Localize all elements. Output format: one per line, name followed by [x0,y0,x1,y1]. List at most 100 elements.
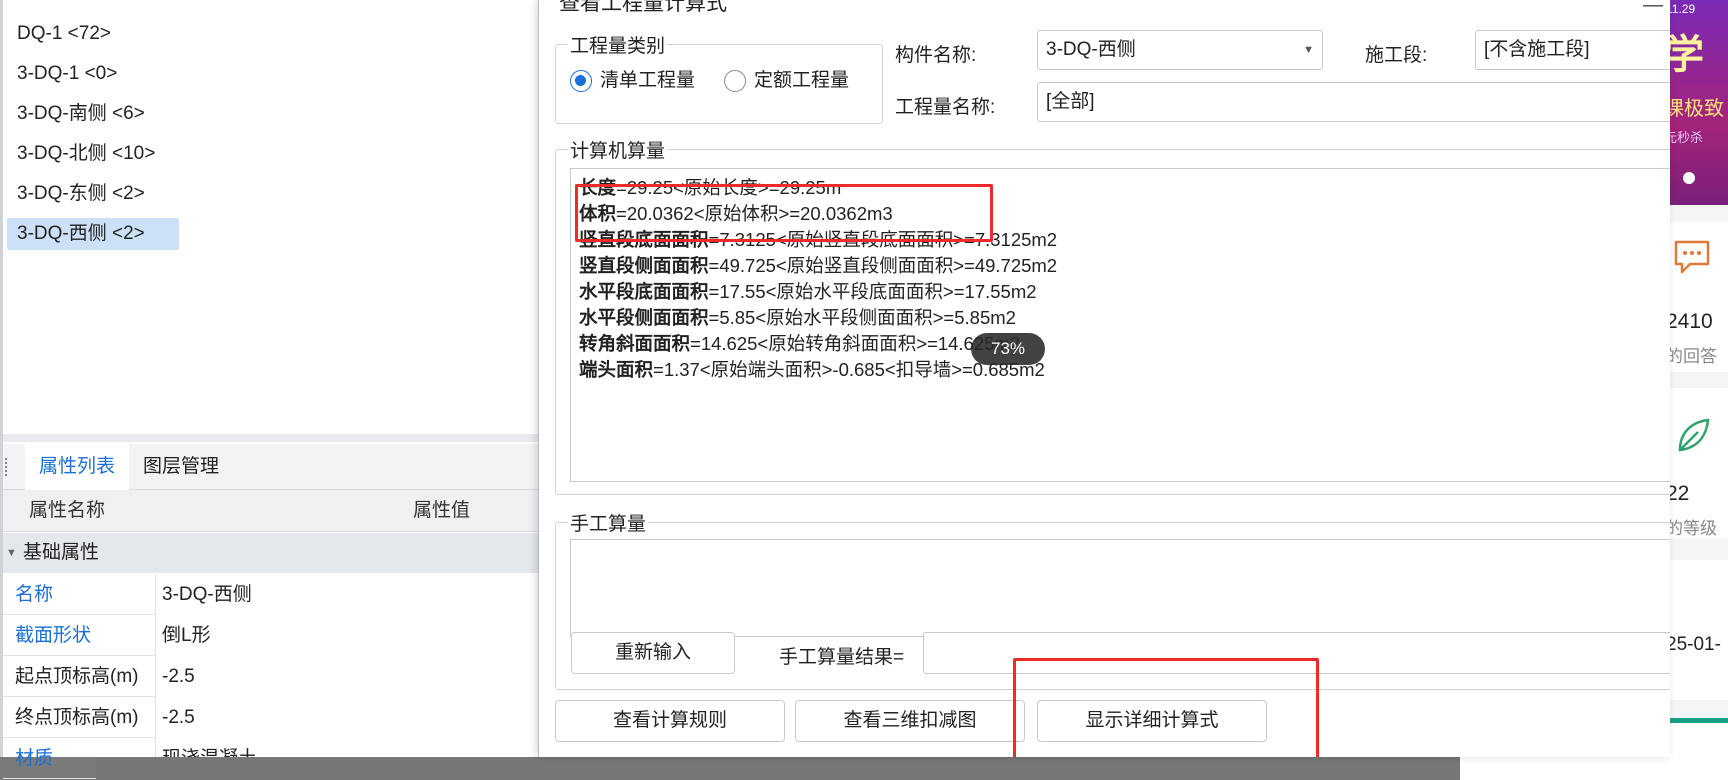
property-value[interactable]: 3-DQ-西侧 [155,574,563,615]
answer-count-label: 的回答 [1666,347,1717,366]
property-table-header: 属性名称 属性值 [3,490,563,532]
tab-label: 属性列表 [39,456,116,477]
property-name: 起点顶标高(m) [15,666,139,687]
calc-line-vertical-side-area: 竖直段侧面面积=49.725<原始竖直段侧面面积>=49.725m2 [579,253,1057,279]
property-value[interactable]: 倒L形 [155,615,563,656]
property-name: 终点顶标高(m) [15,707,139,728]
annotation-highlight-volume [575,184,993,242]
reenter-button[interactable]: 重新输入 [571,632,735,674]
view-3d-deduction-button[interactable]: 查看三维扣减图 [795,700,1025,742]
calc-expr: =49.725<原始竖直段侧面面积>=49.725m2 [708,255,1058,276]
tree-item-3-dq-1[interactable]: 3-DQ-1 <0> [7,58,179,90]
splitter[interactable] [3,434,563,442]
promo-banner[interactable]: 11.29 学 课极致 元秒杀 [1660,0,1728,205]
banner-date: 11.29 [1666,2,1696,16]
radio-label: 清单工程量 [600,70,696,91]
stat-card-answers: 2410 的回答 [1660,222,1728,372]
property-row-end-elevation: 终点顶标高(m) -2.5 [3,697,563,738]
manual-calc-textarea[interactable] [570,539,1670,637]
calc-key: 水平段侧面面积 [579,307,709,328]
computer-calc-legend: 计算机算量 [568,136,668,163]
minimize-icon[interactable]: — [1643,0,1663,17]
stat-card-level: 22 的等级 [1660,388,1728,538]
component-name-value: 3-DQ-西侧 [1046,39,1136,60]
calc-expr: =5.85<原始水平段侧面面积>=5.85m2 [708,307,1016,328]
tab-property-list[interactable]: 属性列表 [25,444,130,490]
tree-item-dq-1[interactable]: DQ-1 <72> [7,18,179,50]
drag-grip-icon[interactable] [5,458,9,476]
leaf-icon [1678,418,1710,452]
component-name-label: 构件名称: [895,45,977,66]
property-name: 名称 [15,584,54,605]
tree-item-3-dq-north[interactable]: 3-DQ-北侧 <10> [7,138,179,170]
component-tree: DQ-1 <72> 3-DQ-1 <0> 3-DQ-南侧 <6> 3-DQ-北侧… [3,18,563,258]
phase-value: [不含施工段] [1484,39,1590,60]
property-row-section-shape: 截面形状 倒L形 [3,615,563,656]
post-date: 25-01- [1666,634,1721,655]
quantity-type-legend: 工程量类别 [568,31,668,58]
quantity-name-select[interactable]: [全部] [1037,82,1670,122]
accent-line [1660,718,1728,723]
group-label: 基础属性 [23,542,100,563]
property-row-start-elevation: 起点顶标高(m) -2.5 [3,656,563,697]
tree-item-3-dq-west[interactable]: 3-DQ-西侧 <2> [7,218,179,250]
property-value[interactable]: -2.5 [155,697,563,738]
calc-key: 竖直段侧面面积 [579,255,709,276]
tree-item-label: 3-DQ-西侧 <2> [17,223,145,244]
dialog-title: 查看工程量计算式 [559,0,727,15]
banner-headline: 学 [1664,33,1704,77]
date-card: 25-01- [1660,560,1728,700]
tree-item-label: 3-DQ-南侧 <6> [17,103,145,124]
phase-select[interactable]: [不含施工段] [1475,30,1670,70]
property-name: 材质 [15,748,54,769]
tree-item-label: 3-DQ-东侧 <2> [17,183,145,204]
manual-result-label: 手工算量结果= [779,647,905,668]
calc-expr: =17.55<原始水平段底面面积>=17.55m2 [708,281,1037,302]
banner-slogan: 课极致 [1664,98,1724,120]
property-row-name: 名称 3-DQ-西侧 [3,574,563,615]
component-name-select[interactable]: 3-DQ-西侧 ▼ [1037,30,1323,70]
calc-line-corner-slope-area: 转角斜面面积=14.625<原始转角斜面面积>=14.625m2 [579,331,1020,357]
property-group-basic[interactable]: ▼ 基础属性 [3,533,563,573]
quantity-name-value: [全部] [1046,91,1095,112]
component-panel: DQ-1 <72> 3-DQ-1 <0> 3-DQ-南侧 <6> 3-DQ-北侧… [0,0,563,779]
taskbar-shadow [96,757,1460,780]
tab-layer-management[interactable]: 图层管理 [129,444,233,490]
radio-unchecked-icon [724,70,746,92]
view-calc-rules-button[interactable]: 查看计算规则 [555,700,785,742]
calc-line-horizontal-side-area: 水平段侧面面积=5.85<原始水平段侧面面积>=5.85m2 [579,305,1016,331]
phase-label: 施工段: [1365,45,1428,66]
carousel-dot[interactable] [1683,172,1695,184]
quantity-formula-dialog: 查看工程量计算式 — 工程量类别 清单工程量 定额工程量 构件名称: 3-DQ-… [538,0,1670,757]
dropdown-arrow-icon: ▼ [1303,44,1314,56]
calc-key: 端头面积 [579,359,654,380]
tab-label: 图层管理 [143,456,220,477]
property-value[interactable]: -2.5 [155,656,563,697]
panel-tab-bar: 属性列表 图层管理 [3,444,563,490]
tree-item-3-dq-south[interactable]: 3-DQ-南侧 <6> [7,98,179,130]
radio-bill-quantity[interactable]: 清单工程量 [570,67,695,95]
level-label: 的等级 [1666,519,1717,538]
collapse-triangle-icon[interactable]: ▼ [6,533,17,573]
answer-count: 2410 [1666,310,1713,333]
manual-calc-legend: 手工算量 [568,509,649,536]
quantity-name-label: 工程量名称: [895,97,996,118]
background-webpage: 11.29 学 课极致 元秒杀 2410 的回答 22 的等级 25-01- [1660,0,1728,780]
tree-item-label: 3-DQ-北侧 <10> [17,143,156,164]
column-header-value: 属性值 [413,500,471,521]
calc-key: 转角斜面面积 [579,333,691,354]
calc-key: 水平段底面面积 [579,281,709,302]
tree-item-3-dq-east[interactable]: 3-DQ-东侧 <2> [7,178,179,210]
property-name: 截面形状 [15,625,92,646]
calc-line-end-area: 端头面积=1.37<原始端头面积>-0.685<扣导墙>=0.685m2 [579,357,1045,383]
tree-item-label: 3-DQ-1 <0> [17,63,118,84]
zoom-indicator: 73% [971,333,1045,365]
radio-quota-quantity[interactable]: 定额工程量 [724,67,849,95]
radio-checked-icon [570,70,592,92]
chat-bubble-icon [1674,240,1710,274]
radio-label: 定额工程量 [754,70,850,91]
calc-line-horizontal-bottom-area: 水平段底面面积=17.55<原始水平段底面面积>=17.55m2 [579,279,1037,305]
tree-item-label: DQ-1 <72> [17,23,111,44]
column-header-name: 属性名称 [29,500,106,521]
annotation-highlight-detail-button [1013,658,1319,757]
